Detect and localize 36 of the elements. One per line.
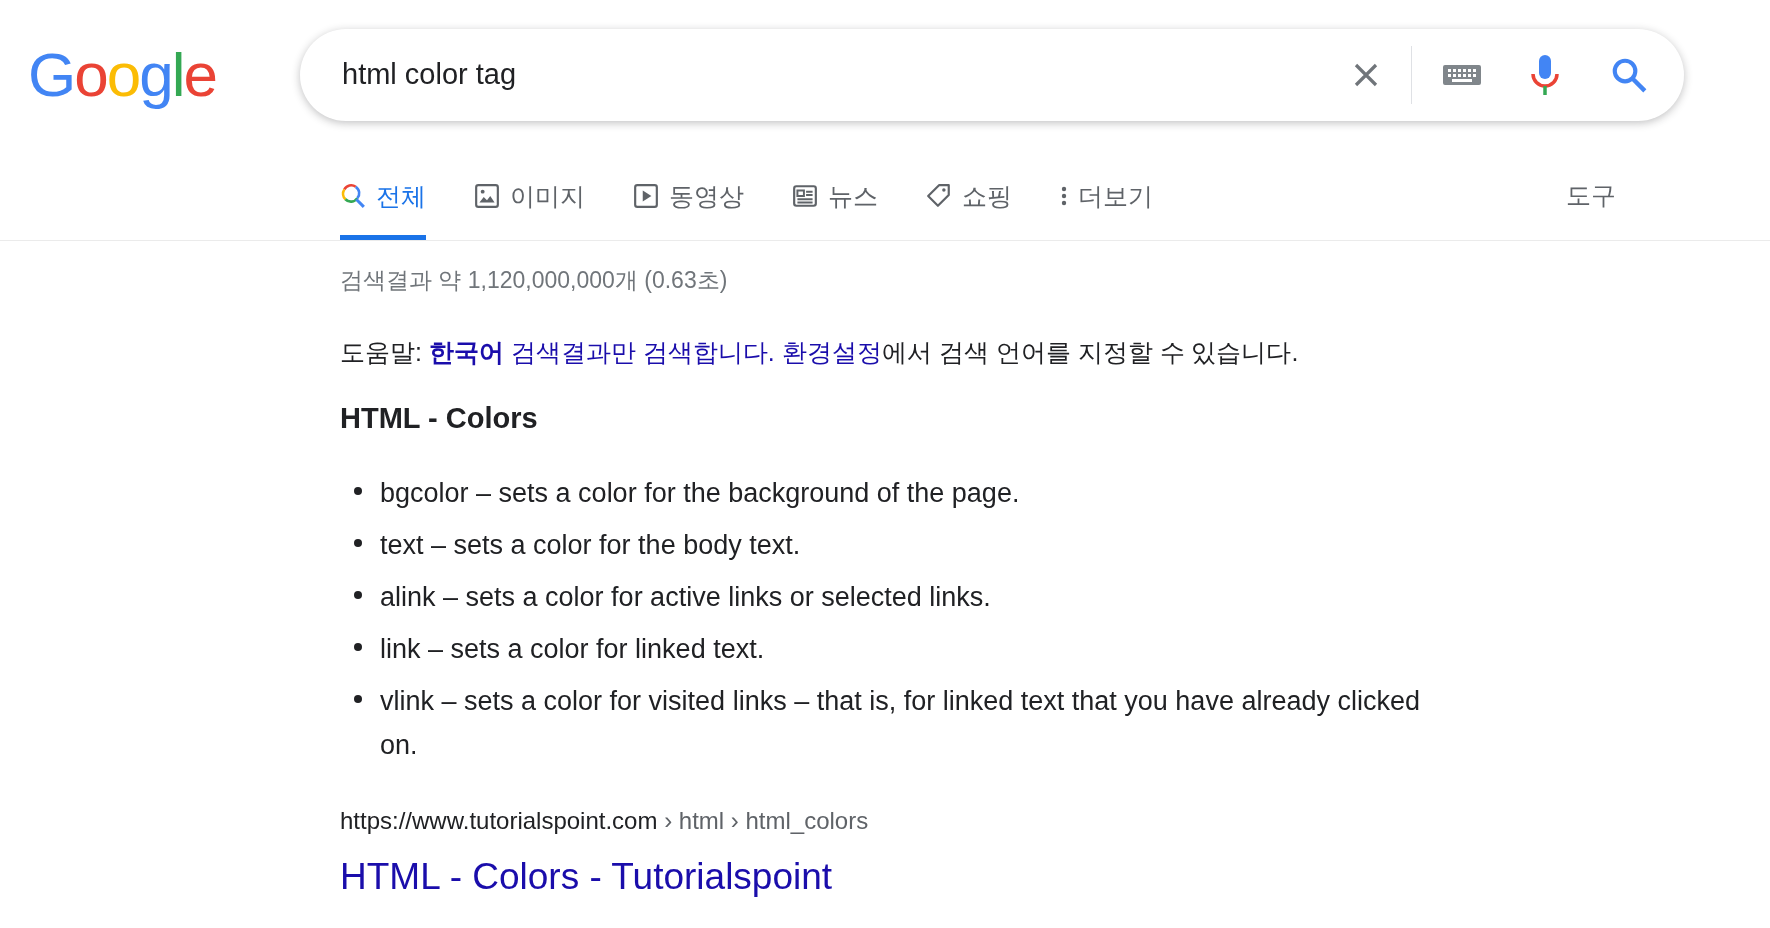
list-item-text: text – sets a color for the body text. [380, 528, 802, 562]
snippet-heading: HTML - Colors [340, 401, 539, 436]
language-help-text: 도움말: 한국어 검색결과만 검색합니다. 환경설정에서 검색 언어를 지정할 수 있습니다. [340, 336, 1300, 368]
image-icon [474, 183, 500, 210]
nav-tab[interactable]: 동영상 [633, 177, 744, 240]
bullet-icon [354, 642, 362, 651]
list-item-text: vlink – sets a color for visited links – that is, for linked text that you have already clicked on. [380, 684, 1421, 762]
nav-tab[interactable]: 전체 [340, 177, 426, 240]
microphone-icon[interactable] [1530, 54, 1560, 96]
keyboard-icon[interactable] [1442, 63, 1482, 87]
tag-icon [926, 183, 952, 210]
breadcrumb: › html › html_colors [663, 806, 869, 834]
google-logo[interactable]: Google [28, 27, 300, 123]
bullet-icon [354, 694, 362, 703]
search-icon[interactable] [1610, 56, 1648, 94]
result-url: https://www.tutorialspoint.com [340, 806, 658, 834]
result-stats: 검색결과 약 1,120,000,000개 (0.63초) [340, 266, 729, 295]
nav-tab[interactable]: 뉴스 [792, 177, 878, 240]
nav-tab[interactable]: 쇼핑 [926, 177, 1012, 240]
play-icon [633, 183, 659, 210]
nav-tab[interactable]: 더보기 [1060, 177, 1153, 240]
bullet-icon [354, 538, 362, 547]
list-item-text: bgcolor – sets a color for the background of the page. [380, 476, 1021, 510]
search-bar[interactable]: html color tag [300, 29, 1684, 121]
link[interactable]: 한국어 검색결과만 검색합니다. [428, 337, 775, 366]
nav-tab[interactable]: 이미지 [474, 177, 585, 240]
list-item-text: alink – sets a color for active links or selected links. [380, 580, 992, 614]
bullet-icon [354, 486, 362, 495]
list-item-text: link – sets a color for linked text. [380, 632, 766, 666]
newspaper-icon [792, 183, 818, 210]
search-icon [340, 183, 366, 210]
bullet-icon [354, 590, 362, 599]
result-title-link[interactable]: HTML - Colors - Tutorialspoint [340, 848, 833, 904]
tools-tab[interactable]: 도구 [1566, 176, 1616, 240]
search-field[interactable]: html color tag [342, 53, 1351, 97]
link[interactable]: 환경설정 [781, 337, 882, 366]
